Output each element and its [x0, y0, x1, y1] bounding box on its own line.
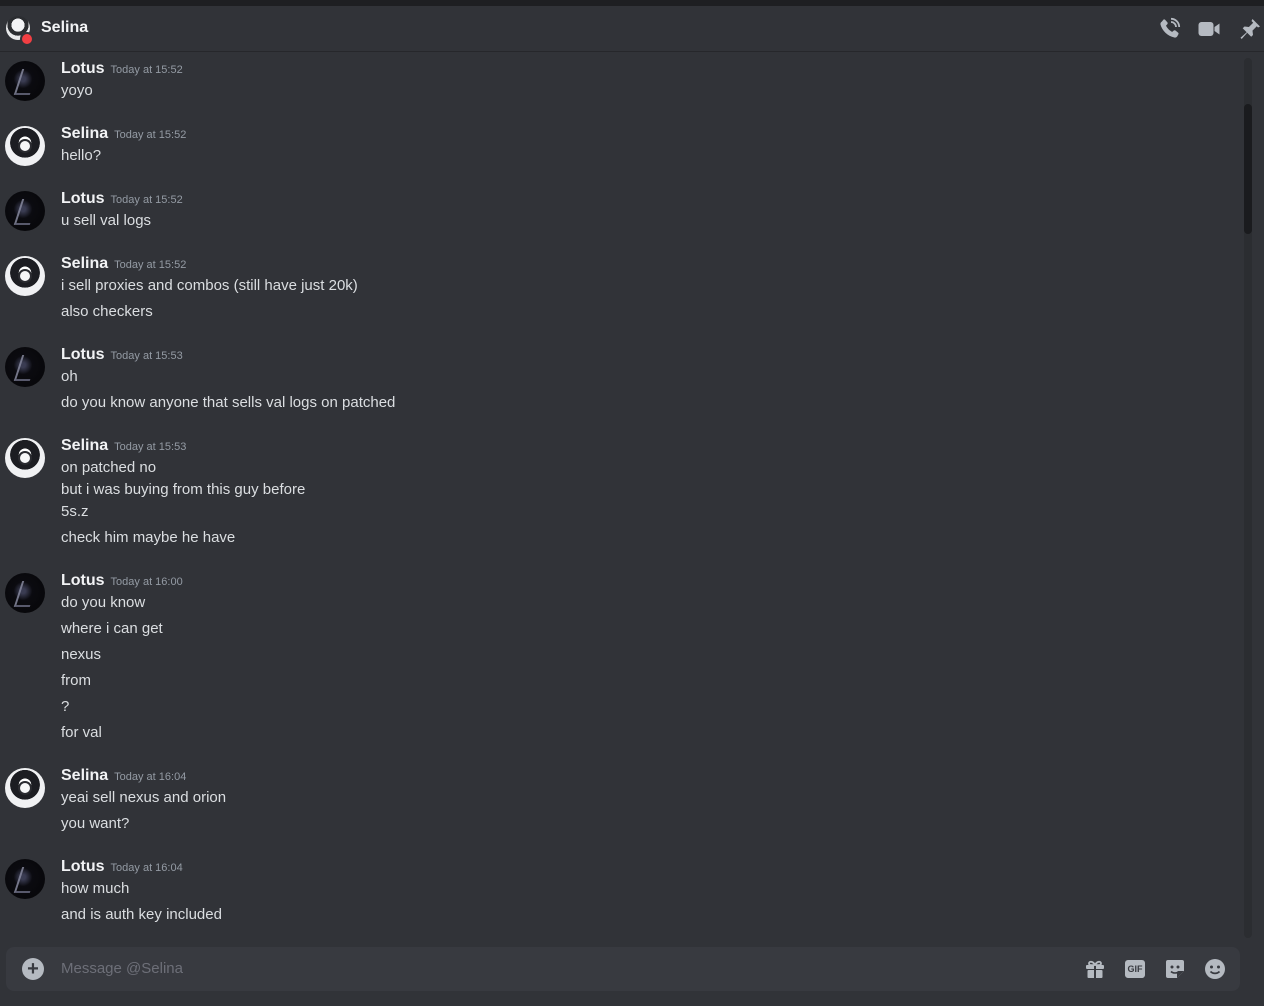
sticker-icon[interactable] — [1163, 957, 1187, 981]
message-text: you want? — [61, 815, 130, 832]
message-author[interactable]: Lotus — [61, 346, 105, 363]
message-timestamp: Today at 16:00 — [110, 576, 183, 588]
call-icon[interactable] — [1157, 17, 1181, 41]
message-list: Lotus Today at 15:52 yoyo Selina Today at … — [0, 52, 1240, 938]
message-author[interactable]: Selina — [61, 437, 108, 454]
message-timestamp: Today at 16:04 — [110, 862, 183, 874]
message-timestamp: Today at 16:04 — [114, 771, 187, 783]
message-text: for val — [61, 724, 102, 741]
avatar[interactable] — [5, 61, 45, 101]
status-indicator — [20, 32, 34, 46]
message-author[interactable]: Selina — [61, 255, 108, 272]
gif-icon[interactable]: GIF — [1125, 960, 1145, 978]
message-text: check him maybe he have — [61, 529, 236, 546]
message-timestamp: Today at 15:52 — [114, 129, 187, 141]
message-text: where i can get — [61, 620, 163, 637]
message-text: ? — [61, 698, 70, 715]
message-timestamp: Today at 15:52 — [114, 259, 187, 271]
message-text: u sell val logs — [61, 212, 152, 229]
message-timestamp: Today at 15:53 — [114, 441, 187, 453]
message-author[interactable]: Lotus — [61, 60, 105, 77]
message-author[interactable]: Lotus — [61, 572, 105, 589]
message-text: on patched no — [61, 459, 157, 476]
message-text: and is auth key included — [61, 906, 222, 923]
avatar[interactable] — [5, 768, 45, 808]
message-text: also checkers — [61, 303, 153, 320]
message-text: yeai sell nexus and orion — [61, 789, 227, 806]
message-text: nexus — [61, 646, 102, 663]
message-timestamp: Today at 15:52 — [110, 64, 183, 76]
message-text: hello? — [61, 147, 102, 164]
message-text: from — [61, 672, 91, 689]
scrollbar-thumb[interactable] — [1244, 104, 1252, 234]
avatar[interactable] — [5, 126, 45, 166]
message-text: yoyo — [61, 82, 93, 99]
video-call-icon[interactable] — [1197, 17, 1221, 41]
add-attachment-icon[interactable]: + — [22, 958, 44, 980]
message-text: do you know — [61, 594, 146, 611]
page-title[interactable]: Selina — [41, 19, 88, 37]
avatar[interactable] — [5, 573, 45, 613]
avatar[interactable] — [5, 347, 45, 387]
pin-icon[interactable] — [1238, 17, 1262, 41]
avatar[interactable] — [5, 438, 45, 478]
message-text: oh — [61, 368, 78, 385]
emoji-icon[interactable] — [1203, 957, 1227, 981]
message-author[interactable]: Lotus — [61, 858, 105, 875]
message-timestamp: Today at 15:52 — [110, 194, 183, 206]
avatar[interactable] — [5, 256, 45, 296]
gift-icon[interactable] — [1083, 957, 1107, 981]
message-text: 5s.z — [61, 503, 89, 520]
message-composer: + Message @Selina GIF — [6, 947, 1240, 991]
channel-header: Selina — [0, 6, 1264, 52]
message-timestamp: Today at 15:53 — [110, 350, 183, 362]
message-text: i sell proxies and combos (still have ju… — [61, 277, 358, 294]
avatar[interactable] — [5, 191, 45, 231]
message-text: how much — [61, 880, 130, 897]
message-author[interactable]: Selina — [61, 125, 108, 142]
avatar[interactable] — [5, 859, 45, 899]
message-author[interactable]: Lotus — [61, 190, 105, 207]
message-text: but i was buying from this guy before — [61, 481, 306, 498]
message-input[interactable]: Message @Selina — [61, 960, 183, 977]
message-text: do you know anyone that sells val logs o… — [61, 394, 396, 411]
message-author[interactable]: Selina — [61, 767, 108, 784]
